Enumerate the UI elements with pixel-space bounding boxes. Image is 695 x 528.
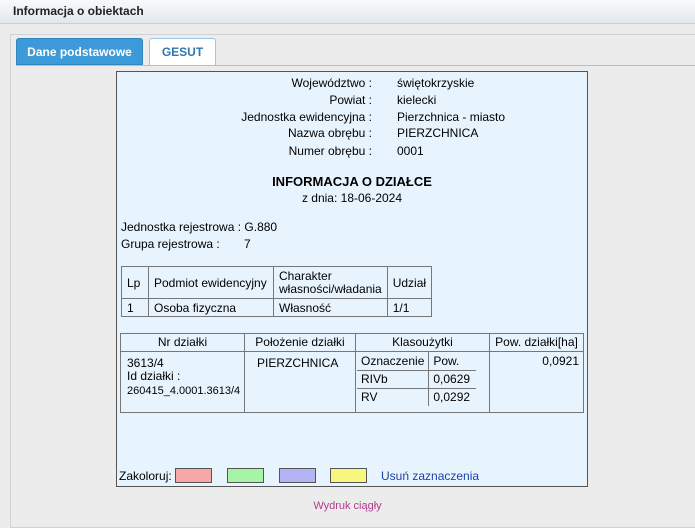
land-class-area: 0,0292 xyxy=(433,390,471,405)
precinct-number-label: Numer obrębu : xyxy=(288,144,372,158)
registry-label: Jednostka rejestrowa : xyxy=(121,220,242,234)
owners-header-row: Lp Podmiot ewidencyjny Charakter własnoś… xyxy=(121,266,433,299)
owners-header-cell: Udział xyxy=(386,266,433,299)
land-class-table: Oznaczenie Pow. RIVb 0,0629 RV 0,0292 xyxy=(357,352,476,406)
registry-group-value: 7 xyxy=(244,237,251,251)
precinct-number-value: 0001 xyxy=(397,144,424,158)
owners-header-cell: Charakter własności/władania xyxy=(273,266,388,299)
owners-cell-lp: 1 xyxy=(121,298,149,317)
land-class-code: RIVb xyxy=(357,370,430,389)
tab-divider xyxy=(16,65,695,66)
owners-cell-ownership: Własność xyxy=(273,298,388,317)
window-title: Informacja o obiektach xyxy=(13,4,144,18)
county-row: Powiat : kielecki xyxy=(117,93,587,109)
color-swatch-green[interactable] xyxy=(227,468,264,483)
voivodeship-label: Województwo : xyxy=(291,76,372,90)
color-swatch-yellow[interactable] xyxy=(330,468,367,483)
colorize-toolbar: Zakoloruj: Usuń zaznaczenia xyxy=(117,468,587,486)
precinct-name-label: Nazwa obrębu : xyxy=(287,126,372,140)
voivodeship-row: Województwo : świętokrzyskie xyxy=(117,76,587,92)
voivodeship-value: świętokrzyskie xyxy=(397,76,475,90)
clear-colors-link[interactable]: Usuń zaznaczenia xyxy=(381,469,479,483)
registry-group-label: Grupa rejestrowa : xyxy=(121,237,220,251)
parcel-location: PIERZCHNICA xyxy=(257,356,339,370)
parcel-info-panel: Województwo : świętokrzyskie Powiat : ki… xyxy=(116,71,588,487)
document-date: z dnia: 18-06-2024 xyxy=(301,191,403,205)
registry-unit-label: Jednostka ewidencyjna : xyxy=(241,110,372,124)
registry-value: G.880 xyxy=(244,220,278,234)
land-class-area: 0,0629 xyxy=(428,370,476,389)
land-class-header-area: Pow. xyxy=(428,352,476,371)
table-row: RIVb 0,0629 xyxy=(357,370,476,389)
precinct-name-row: Nazwa obrębu : PIERZCHNICA xyxy=(117,126,587,142)
precinct-name-value: PIERZCHNICA xyxy=(397,126,479,140)
table-row: 1 Osoba fizyczna Własność 1/1 xyxy=(121,298,433,317)
registry-unit-row: Jednostka ewidencyjna : Pierzchnica - mi… xyxy=(117,110,587,126)
continuous-print-link[interactable]: Wydruk ciągły xyxy=(0,500,695,512)
window-titlebar: Informacja o obiektach xyxy=(0,0,695,24)
parcel-header-location: Położenie działki xyxy=(245,334,356,352)
county-label: Powiat : xyxy=(329,93,372,107)
parcel-header-area: Pow. działki[ha] xyxy=(490,334,583,352)
color-swatch-red[interactable] xyxy=(175,468,212,483)
registry-unit-label-line: Jednostka rejestrowa : G.880 xyxy=(121,220,277,234)
colorize-label: Zakoloruj: xyxy=(119,469,172,483)
tab-dane-podstawowe[interactable]: Dane podstawowe xyxy=(16,38,143,65)
table-row: RV 0,0292 xyxy=(357,388,476,406)
parcel-table: Nr działki Położenie działki Klasoużytki… xyxy=(120,333,584,413)
owners-table: Lp Podmiot ewidencyjny Charakter własnoś… xyxy=(121,266,433,317)
owners-header-cell: Lp xyxy=(121,266,149,299)
tab-gesut[interactable]: GESUT xyxy=(149,38,216,65)
county-value: kielecki xyxy=(397,93,437,107)
owners-header-cell: Podmiot ewidencyjny xyxy=(148,266,274,299)
parcel-location-cell: PIERZCHNICA xyxy=(245,352,356,413)
parcel-header-number: Nr działki xyxy=(121,334,245,352)
land-class-header-label: Oznaczenie xyxy=(357,352,430,371)
registry-unit-value: Pierzchnica - miasto xyxy=(397,110,506,124)
parcel-number: 3613/4 xyxy=(127,356,164,370)
parcel-number-cell: 3613/4 Id działki : 260415_4.0001.3613/4 xyxy=(121,352,245,413)
parcel-area: 0,0921 xyxy=(542,354,579,368)
parcel-area-cell: 0,0921 xyxy=(490,352,583,413)
color-swatch-blue[interactable] xyxy=(279,468,316,483)
precinct-number-row: Numer obrębu : 0001 xyxy=(117,144,587,160)
document-title: INFORMACJA O DZIAŁCE xyxy=(272,174,432,189)
land-class-header-row: Oznaczenie Pow. xyxy=(357,352,476,371)
land-class-code: RV xyxy=(357,388,430,406)
owners-cell-share: 1/1 xyxy=(386,298,433,317)
parcel-id-value: 260415_4.0001.3613/4 xyxy=(127,385,241,397)
parcel-id-label: Id działki : xyxy=(127,369,181,383)
owners-cell-subject: Osoba fizyczna xyxy=(148,298,274,317)
parcel-header-classes: Klasoużytki xyxy=(356,334,490,352)
